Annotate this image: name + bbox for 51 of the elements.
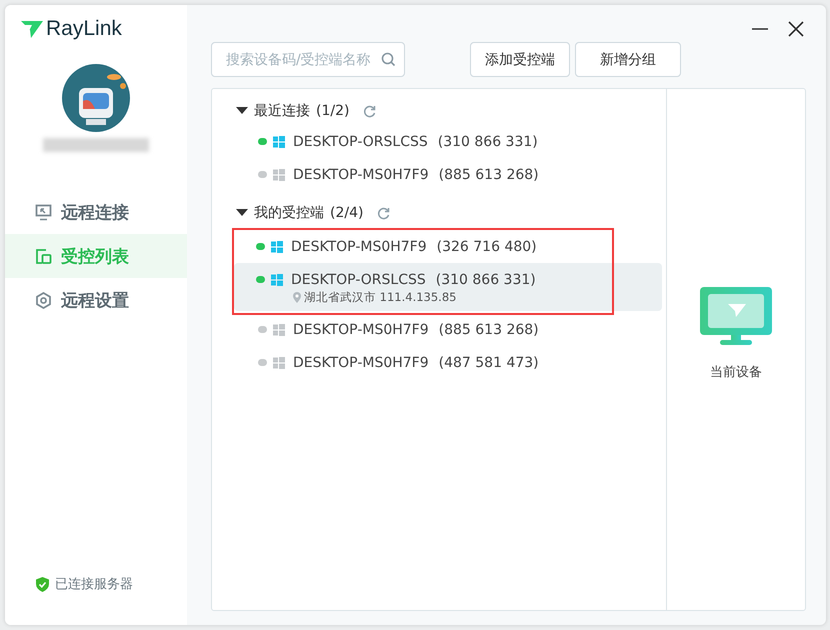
toolbar-button[interactable]: 添加受控端 xyxy=(470,42,570,77)
search-field[interactable]: 搜索设备码/受控端名称 xyxy=(211,42,405,77)
device-code: (310 866 331) xyxy=(436,272,536,288)
sidebar-item[interactable]: 远程设置 xyxy=(5,278,187,322)
device-name: DESKTOP-MS0H7F9 xyxy=(293,322,429,338)
copy-icon xyxy=(35,248,52,264)
device-location: 湖北省武汉市 111.4.135.85 xyxy=(304,290,456,305)
device-row[interactable]: DESKTOP-MS0H7F9 (326 716 480) xyxy=(234,230,662,263)
current-device-label: 当前设备 xyxy=(710,364,762,381)
minimize-icon xyxy=(751,28,769,30)
refresh-icon[interactable] xyxy=(377,206,390,220)
settings-icon xyxy=(35,292,52,308)
toolbar-button[interactable]: 新增分组 xyxy=(575,42,681,77)
close-icon xyxy=(787,20,805,38)
windows-icon xyxy=(271,274,283,286)
windows-icon xyxy=(273,136,285,148)
caret-icon[interactable] xyxy=(236,107,248,115)
device-code: (310 866 331) xyxy=(438,134,538,150)
device-name: DESKTOP-MS0H7F9 xyxy=(291,238,427,254)
monitor-icon xyxy=(700,287,772,347)
device-code: (326 716 480) xyxy=(436,238,537,254)
windows-icon xyxy=(271,240,283,252)
device-row[interactable]: DESKTOP-MS0H7F9 (885 613 268) xyxy=(236,158,666,191)
connection-status: 已连接服务器 xyxy=(55,576,133,593)
device-row[interactable]: DESKTOP-ORSLCSS (310 866 331) 湖北省武汉市 111.4.135.85 xyxy=(234,263,662,311)
refresh-icon[interactable] xyxy=(363,104,376,118)
monitor-icon xyxy=(35,204,52,220)
device-code: (885 613 268) xyxy=(438,166,539,182)
search-icon xyxy=(381,52,396,67)
windows-icon xyxy=(273,356,285,368)
logo-icon xyxy=(21,20,43,38)
device-name: DESKTOP-MS0H7F9 xyxy=(293,354,429,370)
device-name: DESKTOP-MS0H7F9 xyxy=(293,166,429,182)
avatar-icon[interactable] xyxy=(62,64,130,132)
group-count: (2/4) xyxy=(330,205,364,221)
sidebar-item[interactable]: 远程连接 xyxy=(5,190,187,234)
group-title: 最近连接 xyxy=(254,102,310,120)
location-pin-icon xyxy=(293,292,301,303)
device-code: (487 581 473) xyxy=(438,354,539,370)
logo-text: RayLink xyxy=(46,17,122,41)
device-row[interactable]: DESKTOP-ORSLCSS (310 866 331) xyxy=(236,125,666,158)
windows-icon xyxy=(273,324,285,336)
device-name: DESKTOP-ORSLCSS xyxy=(291,272,426,288)
device-name: DESKTOP-ORSLCSS xyxy=(293,134,428,150)
device-row[interactable]: DESKTOP-MS0H7F9 (487 581 473) xyxy=(236,346,666,379)
device-row[interactable]: DESKTOP-MS0H7F9 (885 613 268) xyxy=(236,313,666,346)
group-count: (1/2) xyxy=(316,103,350,119)
device-code: (885 613 268) xyxy=(438,322,539,338)
caret-icon[interactable] xyxy=(236,209,248,217)
group-title: 我的受控端 xyxy=(254,204,324,222)
windows-icon xyxy=(273,168,285,180)
